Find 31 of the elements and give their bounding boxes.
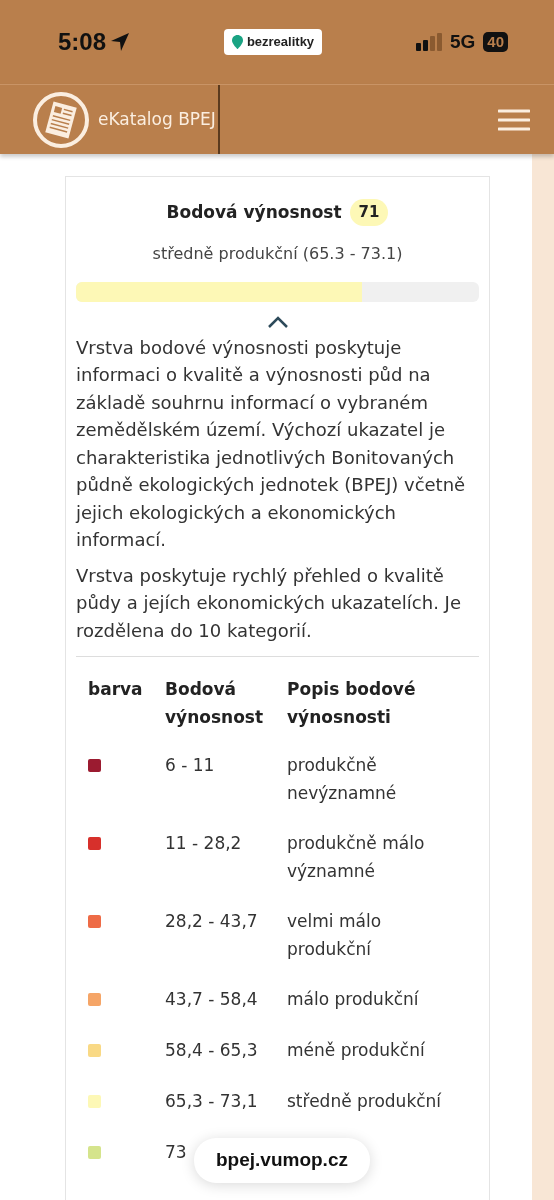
battery-level: 40: [483, 32, 508, 52]
url-pill[interactable]: bpej.vumop.cz: [194, 1138, 370, 1183]
table-cell-text: 28,2 - 43,7: [164, 910, 259, 933]
table-cell-text: produkčně málo významné: [286, 832, 426, 883]
network-label: 5G: [449, 29, 476, 54]
table-cell-text: málo produkční: [286, 988, 420, 1011]
chevron-up-icon[interactable]: [266, 315, 289, 329]
table-cell-text: 11 - 28,2: [164, 832, 243, 855]
clock-time: 5:08: [58, 27, 107, 57]
score-title: Bodová výnosnost: [166, 200, 342, 224]
location-arrow-icon: [110, 32, 131, 52]
table-cell-text: produkčně nevýznamné: [286, 754, 398, 805]
table-cell-text: 58,4 - 65,3: [164, 1039, 259, 1062]
menu-icon[interactable]: [498, 108, 530, 131]
column-header: Bodová výnosnost: [164, 678, 265, 729]
app-badge[interactable]: bezrealitky: [223, 29, 323, 55]
column-header: barva: [87, 678, 144, 701]
description-paragraph: Vrstva poskytuje rychlý přehled o kvalitě půdy a jejích ekonomických ukazatelích. Je rozdělena do 10 kategorií.: [76, 561, 479, 657]
signal-icon: [415, 33, 442, 51]
table-cell-text: 43,7 - 58,4: [164, 988, 259, 1011]
description-paragraph: Vrstva bodové výnosnosti poskytuje informaci o kvalitě a výnosnosti půd na základě souhrnu informací o vybraném zemědělském území. Výchozí ukazatel je charakteristika jednotlivých Bonitovaných půdně ekologických jednotek (BPEJ) včetně jejich ekologických a ekonomických informací.: [76, 335, 467, 552]
table-cell-text: méně produkční: [286, 1039, 426, 1062]
score-value: 71: [349, 199, 389, 226]
table-cell-text: 6 - 11: [164, 754, 216, 777]
score-category: středně produkční (65.3 - 73.1): [151, 242, 404, 265]
table-cell-text: 65,3 - 73,1: [164, 1090, 259, 1113]
document-logo-icon: [32, 90, 90, 149]
table-cell-text: středně produkční: [286, 1090, 443, 1113]
column-header: Popis bodové výnosnosti: [286, 678, 417, 729]
pin-icon: [231, 35, 243, 49]
table-cell-text: velmi málo produkční: [286, 910, 383, 961]
